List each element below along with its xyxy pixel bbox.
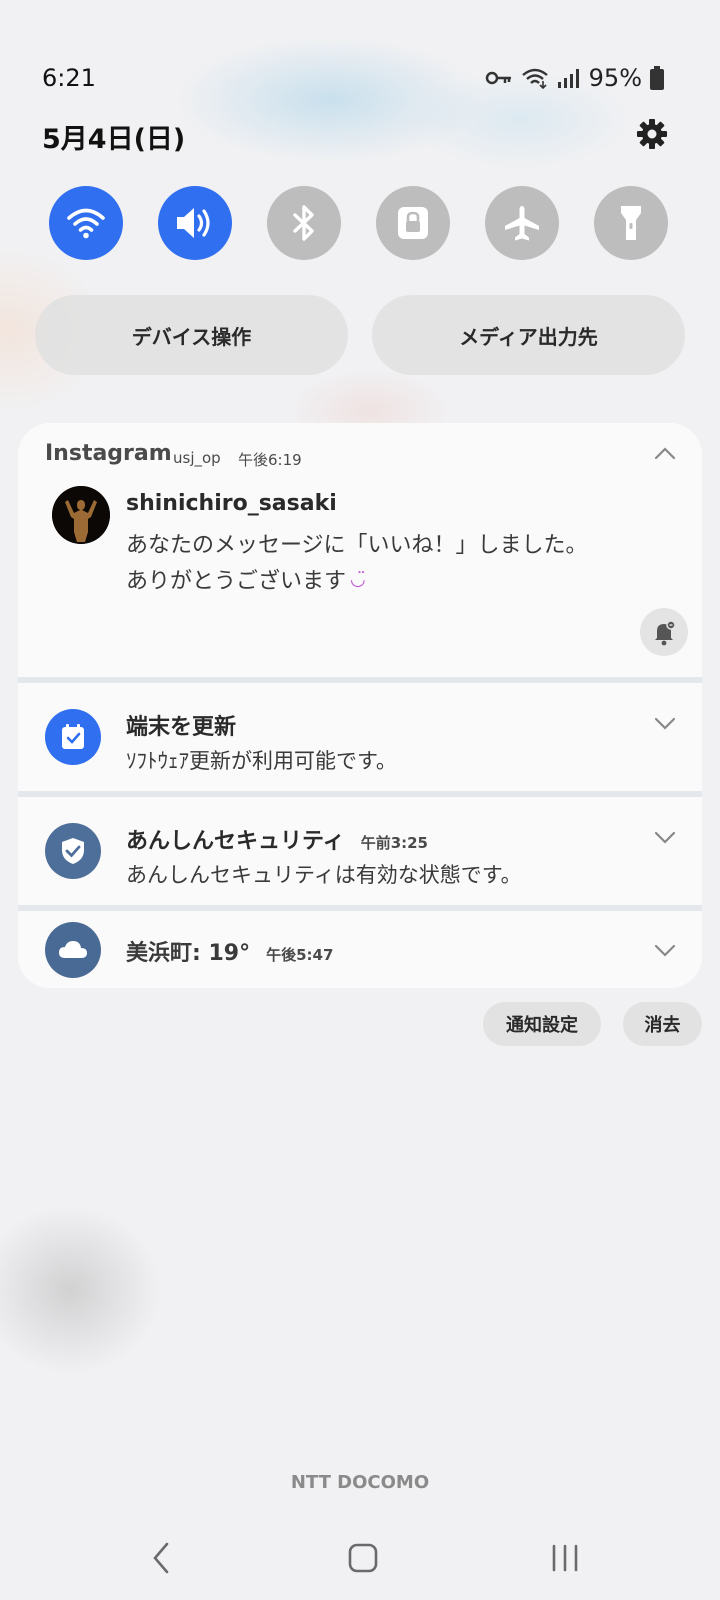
lock-icon [398, 207, 428, 239]
clear-button[interactable]: 消去 [623, 1002, 702, 1046]
security-notification[interactable]: あんしんセキュリティ 午前3:25 あんしんセキュリティは有効な状態です。 [18, 797, 702, 905]
smile-emoji: ◡̈ [350, 568, 366, 590]
flashlight-icon [621, 206, 641, 240]
battery-percent: 95% [588, 64, 642, 92]
notification-app-name: Instagram [45, 441, 172, 466]
status-icons: 95% [485, 64, 664, 92]
notification-header: 美浜町: 19° 午後5:47 [126, 935, 333, 967]
notification-message: あなたのメッセージに「いいね！」しました。 [126, 533, 588, 558]
carrier-label: NTT DOCOMO [290, 1472, 430, 1493]
gear-icon[interactable] [636, 118, 668, 150]
notification-time: 午前3:25 [360, 834, 428, 852]
signal-icon [557, 69, 579, 88]
status-time: 6:21 [42, 64, 96, 92]
update-notification[interactable]: 端末を更新 ｿﾌﾄｳｪｱ更新が利用可能です。 [18, 683, 702, 791]
instagram-notification[interactable]: Instagram usj_op 午後6:19 shinichiro_sasak… [18, 423, 702, 677]
back-icon [153, 1542, 169, 1574]
airplane-toggle[interactable] [485, 186, 559, 260]
notification-body: ｿﾌﾄｳｪｱ更新が利用可能です。 [126, 749, 397, 773]
notification-title: あんしんセキュリティ [126, 829, 345, 854]
flashlight-toggle[interactable] [594, 186, 668, 260]
bluetooth-icon [293, 205, 314, 241]
wifi-icon [521, 68, 548, 89]
cloud-icon [45, 922, 101, 978]
chevron-up-icon[interactable] [654, 445, 676, 464]
battery-icon [650, 66, 664, 90]
sound-toggle[interactable] [158, 186, 232, 260]
wifi-icon [67, 208, 105, 239]
chevron-down-icon[interactable] [654, 830, 676, 849]
notification-sender: shinichiro_sasaki [126, 491, 337, 516]
notification-header: あんしんセキュリティ 午前3:25 [126, 823, 428, 855]
chevron-down-icon[interactable] [654, 716, 676, 735]
back-button[interactable] [148, 1540, 176, 1580]
weather-notification[interactable]: 美浜町: 19° 午後5:47 [18, 911, 702, 988]
notification-panel: Instagram usj_op 午後6:19 shinichiro_sasak… [18, 423, 702, 988]
wifi-toggle[interactable] [49, 186, 123, 260]
home-button[interactable] [346, 1540, 380, 1580]
notification-time: 午後5:47 [266, 946, 334, 964]
notification-time: 午後6:19 [238, 451, 302, 469]
airplane-icon [505, 206, 539, 241]
notification-message-line2: ありがとうございます ◡̈ [126, 563, 366, 595]
home-icon [348, 1543, 378, 1573]
recent-apps-icon [552, 1544, 578, 1572]
rotation-lock-toggle[interactable] [376, 186, 450, 260]
avatar [52, 486, 110, 544]
notification-message-text: ありがとうございます [126, 569, 347, 594]
volume-icon [177, 208, 210, 238]
date-label: 5月4日(日) [42, 124, 186, 155]
notification-settings-button[interactable]: 通知設定 [483, 1002, 601, 1046]
recent-apps-button[interactable] [548, 1540, 582, 1580]
vpn-key-icon [485, 71, 511, 85]
update-icon [45, 709, 101, 765]
notification-title: 端末を更新 [126, 715, 237, 740]
notification-body: あんしんセキュリティは有効な状態です。 [126, 863, 522, 887]
notification-title: 美浜町: 19° [126, 941, 251, 966]
device-control-button[interactable]: デバイス操作 [35, 295, 348, 375]
notification-account: usj_op [173, 449, 221, 467]
shield-icon [45, 823, 101, 879]
bell-icon[interactable] [640, 608, 688, 656]
media-output-button[interactable]: メディア出力先 [372, 295, 685, 375]
bluetooth-toggle[interactable] [267, 186, 341, 260]
chevron-down-icon[interactable] [654, 943, 676, 962]
